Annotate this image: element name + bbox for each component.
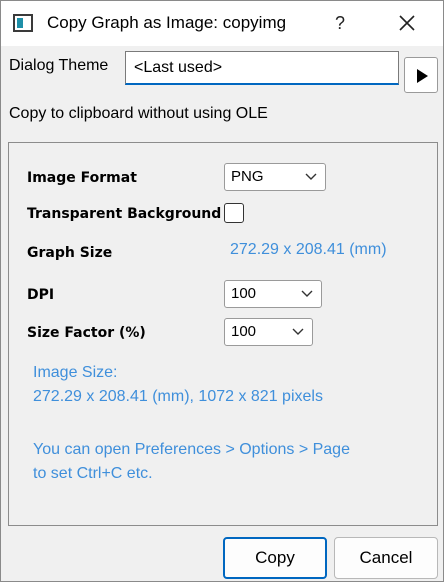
play-arrow-icon [417,69,428,83]
help-button[interactable]: ? [323,7,357,39]
chevron-down-icon [301,290,313,297]
image-size-value: 272.29 x 208.41 (mm), 1072 x 821 pixels [33,388,323,405]
graph-size-label: Graph Size [27,245,113,261]
dpi-select[interactable]: 100 [224,280,322,308]
dialog-theme-label: Dialog Theme [9,57,109,74]
close-icon [399,15,415,31]
size-factor-label: Size Factor (%) [27,325,146,341]
window-title: Copy Graph as Image: copyimg [47,13,287,32]
theme-menu-button[interactable] [404,57,438,93]
dpi-value: 100 [231,285,257,302]
title-bar: Copy Graph as Image: copyimg ? [1,1,443,46]
close-button[interactable] [385,7,429,39]
image-format-select[interactable]: PNG [224,163,326,191]
transparent-background-label: Transparent Background [27,206,222,222]
size-factor-value: 100 [231,323,257,340]
graph-size-value: 272.29 x 208.41 (mm) [230,241,387,258]
cancel-button[interactable]: Cancel [334,537,438,579]
dialog-theme-input[interactable]: <Last used> [125,51,399,85]
image-size-label: Image Size: [33,364,118,381]
size-factor-select[interactable]: 100 [224,318,313,346]
dpi-label: DPI [27,287,55,303]
copy-graph-dialog: Copy Graph as Image: copyimg ? Dialog Th… [0,0,444,582]
transparent-background-checkbox[interactable] [224,203,244,223]
preferences-hint-line2: to set Ctrl+C etc. [33,465,153,482]
image-format-label: Image Format [27,170,137,186]
chevron-down-icon [305,173,317,180]
copy-button[interactable]: Copy [223,537,327,579]
app-icon [13,14,33,32]
chevron-down-icon [292,328,304,335]
ole-option-text: Copy to clipboard without using OLE [9,105,268,122]
preferences-hint-line1: You can open Preferences > Options > Pag… [33,441,350,458]
image-format-value: PNG [231,168,264,185]
